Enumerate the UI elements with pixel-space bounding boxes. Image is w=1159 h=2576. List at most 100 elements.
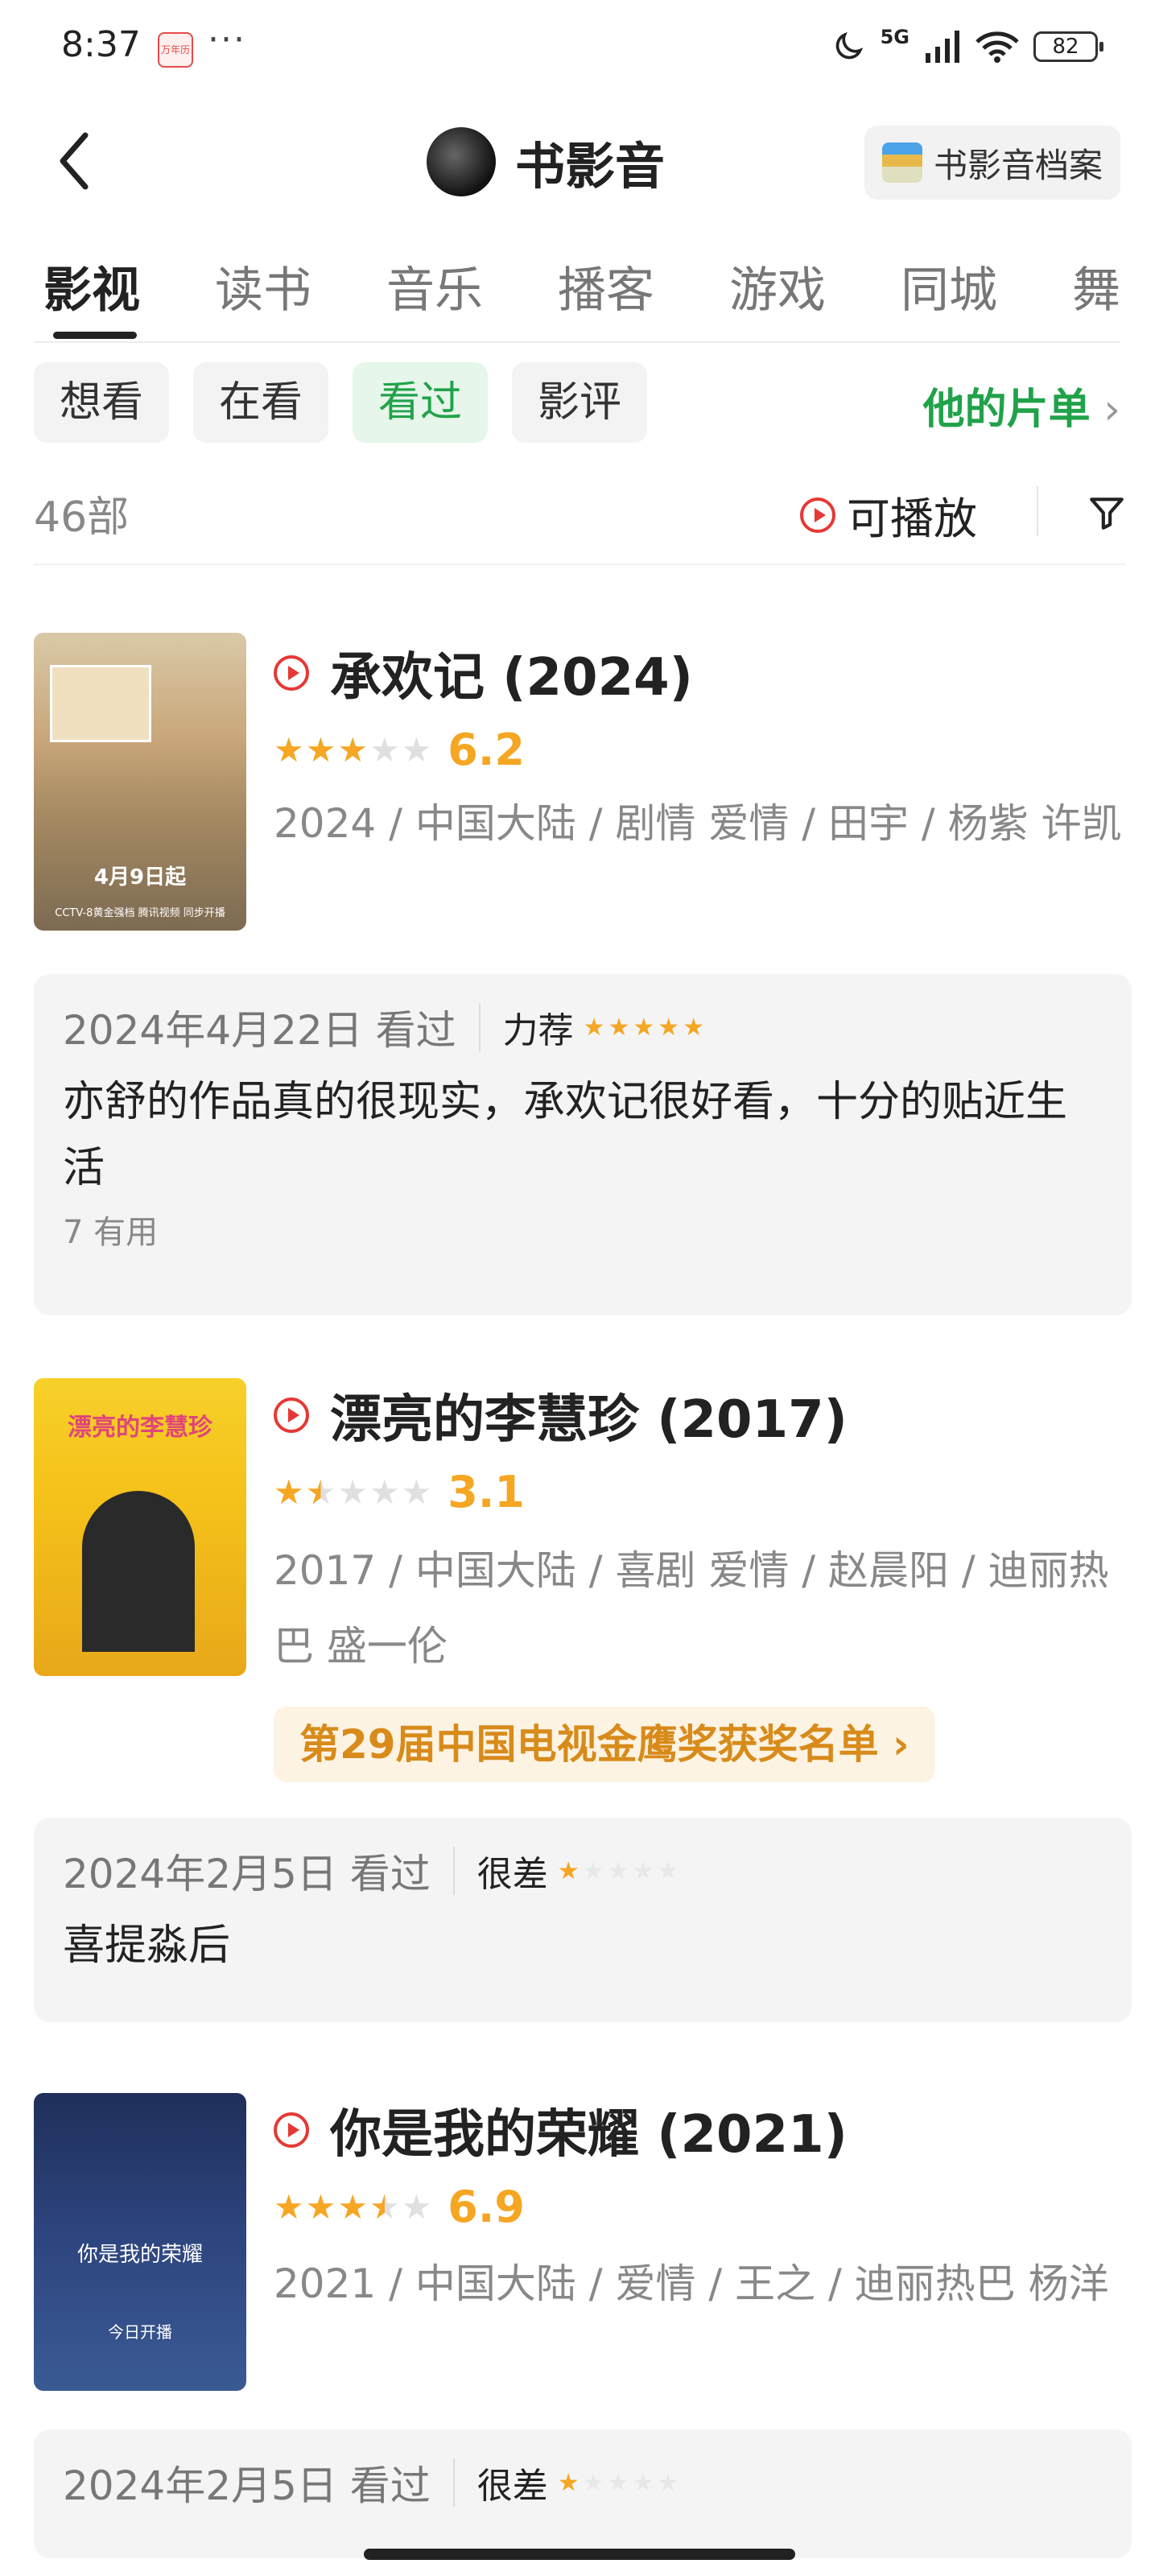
poster-caption: 4月9日起 — [93, 865, 187, 890]
home-indicator[interactable] — [364, 2549, 795, 2560]
movie-title: 你是我的荣耀 (2021) — [330, 2105, 848, 2165]
star-icon: ★ — [683, 1013, 705, 1042]
star-icon: ★ — [401, 2186, 432, 2227]
tab-books[interactable]: 读书 — [215, 251, 386, 321]
star-icon: ★ — [337, 2186, 368, 2227]
page-title: 书影音 — [515, 137, 666, 196]
filter-watched[interactable]: 看过 — [353, 362, 488, 443]
review-card[interactable]: 2024年2月5日 看过 很差 ★ ★ ★ ★ ★ — [34, 2429, 1132, 2558]
star-icon: ★ — [608, 1013, 630, 1042]
avatar[interactable] — [427, 127, 496, 196]
star-icon: ★ — [369, 1472, 400, 1512]
his-list-link[interactable]: 他的片单 › — [923, 375, 1120, 436]
tab-music[interactable]: 音乐 — [386, 251, 558, 321]
tabs-divider — [34, 341, 1120, 343]
poster-caption: 漂亮的李慧珍 — [68, 1414, 212, 1442]
star-icon: ★ — [274, 2186, 304, 2227]
review-text: 喜提淼后 — [63, 1922, 231, 1970]
movie-title: 漂亮的李慧珍 (2017) — [330, 1390, 848, 1450]
rating-row: ★ ★ ★ ★ ★ 3.1 — [274, 1467, 525, 1517]
calendar-app-icon: 万年历 — [158, 32, 193, 68]
review-header: 2024年2月5日 看过 很差 ★ ★ ★ ★ ★ — [63, 1842, 1103, 1900]
poster-art — [82, 1491, 195, 1652]
star-icon: ★ — [632, 2468, 654, 2497]
review-grade: 很差 — [476, 1854, 548, 1895]
star-icon: ★ — [557, 2468, 580, 2497]
tab-podcast[interactable]: 播客 — [558, 251, 729, 321]
star-icon: ★ — [337, 729, 368, 770]
filter-watching[interactable]: 在看 — [193, 362, 328, 443]
star-icon: ★ — [305, 2186, 336, 2227]
star-icon: ★ — [607, 2468, 629, 2497]
play-icon — [274, 1397, 309, 1433]
list-divider — [34, 564, 1125, 565]
divider — [452, 1847, 455, 1895]
award-label: 第29届中国电视金鹰奖获奖名单 — [299, 1721, 879, 1768]
more-notifications-icon: ··· — [208, 19, 246, 60]
movie-title-row[interactable]: 你是我的荣耀 (2021) — [274, 2093, 848, 2167]
playable-toggle[interactable]: 可播放 — [800, 483, 977, 547]
star-icon: ★ — [582, 2468, 604, 2497]
rating-stars: ★ ★ ★ ★ ★ — [274, 733, 431, 767]
poster-subcaption: 今日开播 — [108, 2322, 172, 2342]
movie-poster[interactable]: 4月9日起 CCTV-8黄金强档 腾讯视频 同步开播 — [34, 633, 246, 931]
movie-meta: 2017 / 中国大陆 / 喜剧 爱情 / 赵晨阳 / 迪丽热巴 盛一伦 — [274, 1547, 1109, 1670]
tab-dance[interactable]: 舞 — [1072, 251, 1120, 321]
review-date: 2024年2月5日 看过 — [63, 1851, 431, 1897]
star-icon: ★ — [337, 1472, 368, 1512]
battery-indicator: 82 — [1033, 31, 1103, 62]
movie-title: 承欢记 (2024) — [330, 648, 693, 708]
user-rating-stars: ★ ★ ★ ★ ★ — [584, 1013, 705, 1042]
tab-games[interactable]: 游戏 — [729, 251, 901, 321]
star-icon: ★ — [583, 1013, 605, 1042]
tab-film[interactable]: 影视 — [43, 251, 215, 321]
archive-label: 书影音档案 — [933, 145, 1103, 185]
review-card[interactable]: 2024年2月5日 看过 很差 ★ ★ ★ ★ ★ 喜提淼后 — [34, 1818, 1132, 2022]
divider — [452, 2458, 455, 2507]
star-icon: ★ — [274, 729, 304, 770]
star-icon: ★ — [657, 1856, 679, 1885]
movie-title-row[interactable]: 漂亮的李慧珍 (2017) — [274, 1378, 848, 1452]
review-grade: 很差 — [476, 2466, 548, 2507]
movie-poster[interactable]: 漂亮的李慧珍 — [34, 1378, 246, 1676]
tab-local[interactable]: 同城 — [901, 251, 1072, 321]
star-icon: ★ — [582, 1856, 604, 1885]
review-header: 2024年2月5日 看过 很差 ★ ★ ★ ★ ★ — [63, 2454, 1103, 2512]
divider — [478, 1003, 481, 1051]
star-icon: ★ — [369, 729, 400, 770]
chevron-right-icon: › — [1090, 386, 1120, 434]
filter-icon — [1090, 497, 1124, 530]
chevron-right-icon: › — [878, 1721, 909, 1768]
rating-score: 3.1 — [448, 1467, 525, 1517]
item-count: 46部 — [34, 493, 130, 542]
star-icon: ★ — [657, 2468, 679, 2497]
poster-subcaption: CCTV-8黄金强档 腾讯视频 同步开播 — [55, 907, 225, 919]
star-icon: ★ — [369, 2186, 400, 2227]
review-grade: 力荐 — [502, 1010, 574, 1051]
archive-button[interactable]: 书影音档案 — [864, 126, 1120, 200]
network-label: 5G — [880, 26, 909, 48]
rating-stars: ★ ★ ★ ★ ★ — [274, 1472, 431, 1512]
status-time: 8:37 — [61, 24, 141, 65]
star-icon: ★ — [632, 1856, 654, 1885]
poster-art — [50, 665, 151, 742]
review-card[interactable]: 2024年4月22日 看过 力荐 ★ ★ ★ ★ ★ 亦舒的作品真的很现实，承欢记很好看… — [34, 974, 1132, 1315]
movie-title-row[interactable]: 承欢记 (2024) — [274, 636, 693, 710]
rating-score: 6.2 — [448, 724, 525, 775]
filter-want[interactable]: 想看 — [34, 362, 169, 443]
user-rating-stars: ★ ★ ★ ★ ★ — [558, 2469, 679, 2497]
back-button[interactable] — [50, 129, 98, 193]
rating-stars: ★ ★ ★ ★ ★ — [274, 2190, 431, 2224]
play-icon — [274, 655, 309, 691]
archive-icon — [881, 142, 922, 183]
filter-reviews[interactable]: 影评 — [512, 362, 647, 443]
useful-count[interactable]: 7 有用 — [63, 1206, 1103, 1253]
star-icon: ★ — [658, 1013, 680, 1042]
movie-poster[interactable]: 你是我的荣耀 今日开播 — [34, 2093, 246, 2391]
filter-button[interactable] — [1087, 493, 1127, 533]
movie-meta: 2021 / 中国大陆 / 爱情 / 王之 / 迪丽热巴 杨洋 — [274, 2260, 1109, 2307]
award-link[interactable]: 第29届中国电视金鹰奖获奖名单 › — [274, 1707, 935, 1782]
playable-label: 可播放 — [847, 493, 977, 544]
his-list-label: 他的片单 — [922, 386, 1091, 434]
category-tabs: 影视 读书 音乐 播客 游戏 同城 舞 — [43, 251, 1120, 321]
